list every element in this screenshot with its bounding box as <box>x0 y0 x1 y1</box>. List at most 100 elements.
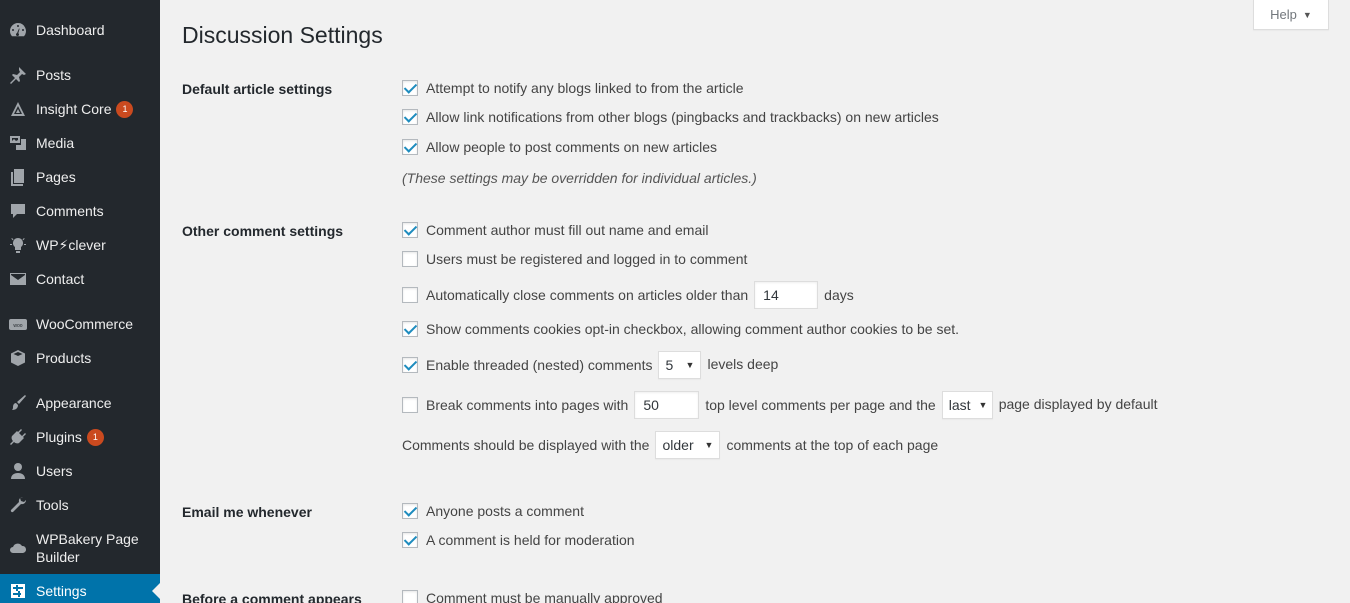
sidebar-item-media[interactable]: Media <box>0 126 160 160</box>
settings-icon <box>0 581 36 601</box>
sidebar-item-label: Users <box>36 463 73 479</box>
checkbox[interactable] <box>402 139 418 155</box>
sidebar-item-label: Media <box>36 135 75 151</box>
sidebar-item-label: Posts <box>36 67 72 83</box>
checkbox[interactable] <box>402 397 418 413</box>
sidebar-item-wpbakery[interactable]: WPBakery Page Builder <box>0 526 160 570</box>
woocommerce-icon: woo <box>0 314 36 334</box>
option-label: Comments should be displayed with the <box>402 437 650 453</box>
sidebar-item-contact[interactable]: Contact <box>0 262 160 296</box>
option-auto-close[interactable]: Automatically close comments on articles… <box>402 281 854 309</box>
option-allow-pingbacks[interactable]: Allow link notifications from other blog… <box>402 109 939 125</box>
option-label: Comment must be manually approved <box>426 590 663 603</box>
option-label: A comment is held for moderation <box>426 532 635 548</box>
option-label: Show comments cookies opt-in checkbox, a… <box>426 321 960 337</box>
checkbox[interactable] <box>402 222 418 238</box>
option-suffix: days <box>824 287 854 303</box>
option-author-fill[interactable]: Comment author must fill out name and em… <box>402 222 708 238</box>
sidebar-item-label: Insight Core <box>36 101 112 117</box>
sidebar-item-label: Contact <box>36 271 85 287</box>
checkbox[interactable] <box>402 503 418 519</box>
checkbox[interactable] <box>402 357 418 373</box>
plugin-icon <box>0 427 36 447</box>
sidebar-item-label: Dashboard <box>36 22 105 38</box>
select-value: older <box>662 437 694 453</box>
caret-down-icon: ▼ <box>704 440 714 450</box>
page-title: Discussion Settings <box>182 22 383 48</box>
option-email-new-comment[interactable]: Anyone posts a comment <box>402 503 584 519</box>
sidebar-item-label: Tools <box>36 497 69 513</box>
envelope-icon <box>0 269 36 289</box>
comments-per-page-input[interactable]: 50 <box>634 391 700 419</box>
sidebar-item-plugins[interactable]: Plugins 1 <box>0 420 160 454</box>
section-label-other-comment: Other comment settings <box>182 223 344 239</box>
option-label: Anyone posts a comment <box>426 503 584 519</box>
option-allow-comments[interactable]: Allow people to post comments on new art… <box>402 139 717 155</box>
admin-sidebar: Dashboard Posts Insight Core 1 Media Pag… <box>0 0 160 603</box>
sidebar-item-label: Settings <box>36 583 87 599</box>
brush-icon <box>0 393 36 413</box>
help-label: Help <box>1270 7 1297 22</box>
option-email-moderation[interactable]: A comment is held for moderation <box>402 532 635 548</box>
section-label-default-article: Default article settings <box>182 81 333 97</box>
option-order: Comments should be displayed with the ol… <box>402 431 938 459</box>
option-paging[interactable]: Break comments into pages with 50 top le… <box>402 391 1158 419</box>
sidebar-item-label: Pages <box>36 169 76 185</box>
lightbulb-icon <box>0 235 36 255</box>
sidebar-item-tools[interactable]: Tools <box>0 488 160 522</box>
media-icon <box>0 133 36 153</box>
sidebar-item-woocommerce[interactable]: woo WooCommerce <box>0 307 160 341</box>
checkbox[interactable] <box>402 251 418 267</box>
default-page-select[interactable]: last ▼ <box>941 391 993 419</box>
thread-depth-select[interactable]: 5 ▼ <box>658 351 702 379</box>
option-label: Allow link notifications from other blog… <box>426 109 939 125</box>
pages-icon <box>0 167 36 187</box>
checkbox[interactable] <box>402 321 418 337</box>
sidebar-item-comments[interactable]: Comments <box>0 194 160 228</box>
sidebar-item-users[interactable]: Users <box>0 454 160 488</box>
option-registered[interactable]: Users must be registered and logged in t… <box>402 251 747 267</box>
sidebar-item-pages[interactable]: Pages <box>0 160 160 194</box>
option-label: Enable threaded (nested) comments <box>426 357 653 373</box>
checkbox[interactable] <box>402 590 418 603</box>
sidebar-item-products[interactable]: Products <box>0 341 160 375</box>
sidebar-item-label: Products <box>36 350 92 366</box>
sidebar-item-settings[interactable]: Settings <box>0 574 160 603</box>
sidebar-item-wpclever[interactable]: WP⚡clever <box>0 228 160 262</box>
option-manual-approval[interactable]: Comment must be manually approved <box>402 590 663 603</box>
comment-order-select[interactable]: older ▼ <box>655 431 721 459</box>
section-label-before-appears: Before a comment appears <box>182 591 362 603</box>
option-label: Allow people to post comments on new art… <box>426 139 718 155</box>
caret-down-icon: ▼ <box>685 360 695 370</box>
option-label: Attempt to notify any blogs linked to fr… <box>426 80 744 96</box>
close-days-input[interactable]: 14 <box>754 281 819 309</box>
section-label-email: Email me whenever <box>182 504 312 520</box>
sidebar-item-appearance[interactable]: Appearance <box>0 386 160 420</box>
caret-down-icon: ▼ <box>978 400 988 410</box>
option-threaded[interactable]: Enable threaded (nested) comments 5 ▼ le… <box>402 351 778 379</box>
option-label: Comment author must fill out name and em… <box>426 222 709 238</box>
pin-icon <box>0 65 36 85</box>
sidebar-item-label: Comments <box>36 203 104 219</box>
checkbox[interactable] <box>402 287 418 303</box>
override-note: (These settings may be overridden for in… <box>402 170 757 186</box>
update-count-badge: 1 <box>116 100 134 118</box>
option-label: Automatically close comments on articles… <box>426 287 749 303</box>
checkbox[interactable] <box>402 109 418 125</box>
option-suffix: page displayed by default <box>998 395 1158 412</box>
insight-core-icon <box>0 99 36 119</box>
checkbox[interactable] <box>402 532 418 548</box>
sidebar-item-label: WP⚡clever <box>36 237 106 253</box>
wrench-icon <box>0 495 36 515</box>
help-button[interactable]: Help ▼ <box>1253 0 1329 30</box>
option-notify-blogs[interactable]: Attempt to notify any blogs linked to fr… <box>402 80 744 96</box>
option-cookies[interactable]: Show comments cookies opt-in checkbox, a… <box>402 321 959 337</box>
sidebar-item-label: Plugins <box>36 429 82 445</box>
sidebar-item-insight-core[interactable]: Insight Core 1 <box>0 92 160 126</box>
svg-text:woo: woo <box>13 323 22 329</box>
checkbox[interactable] <box>402 80 418 96</box>
select-value: last <box>948 397 971 413</box>
sidebar-item-posts[interactable]: Posts <box>0 58 160 92</box>
dashboard-icon <box>0 20 36 40</box>
sidebar-item-dashboard[interactable]: Dashboard <box>0 13 160 47</box>
